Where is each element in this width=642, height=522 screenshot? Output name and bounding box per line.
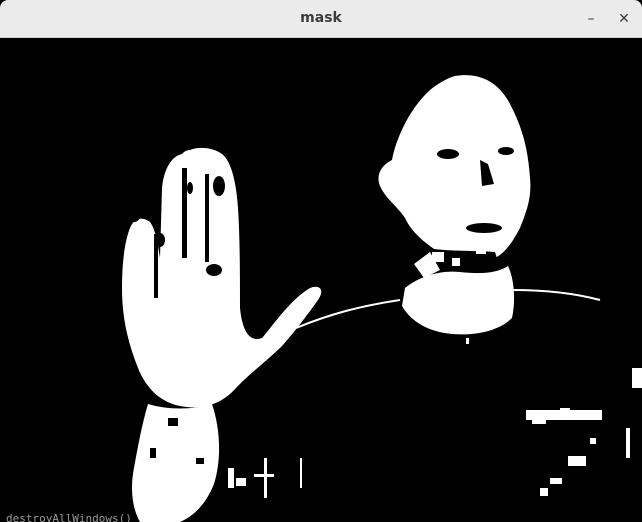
app-window: mask – ✕ destroyAllWindows() [0,0,642,522]
close-button[interactable]: ✕ [613,8,635,30]
background-terminal-text: destroyAllWindows() [6,512,132,522]
minimize-button[interactable]: – [580,8,602,30]
minimize-icon: – [587,11,595,27]
mask-image-graphic [0,38,642,522]
window-title: mask [300,10,342,26]
title-bar[interactable]: mask – ✕ [0,0,642,38]
close-icon: ✕ [618,11,630,27]
mask-image [0,38,642,522]
